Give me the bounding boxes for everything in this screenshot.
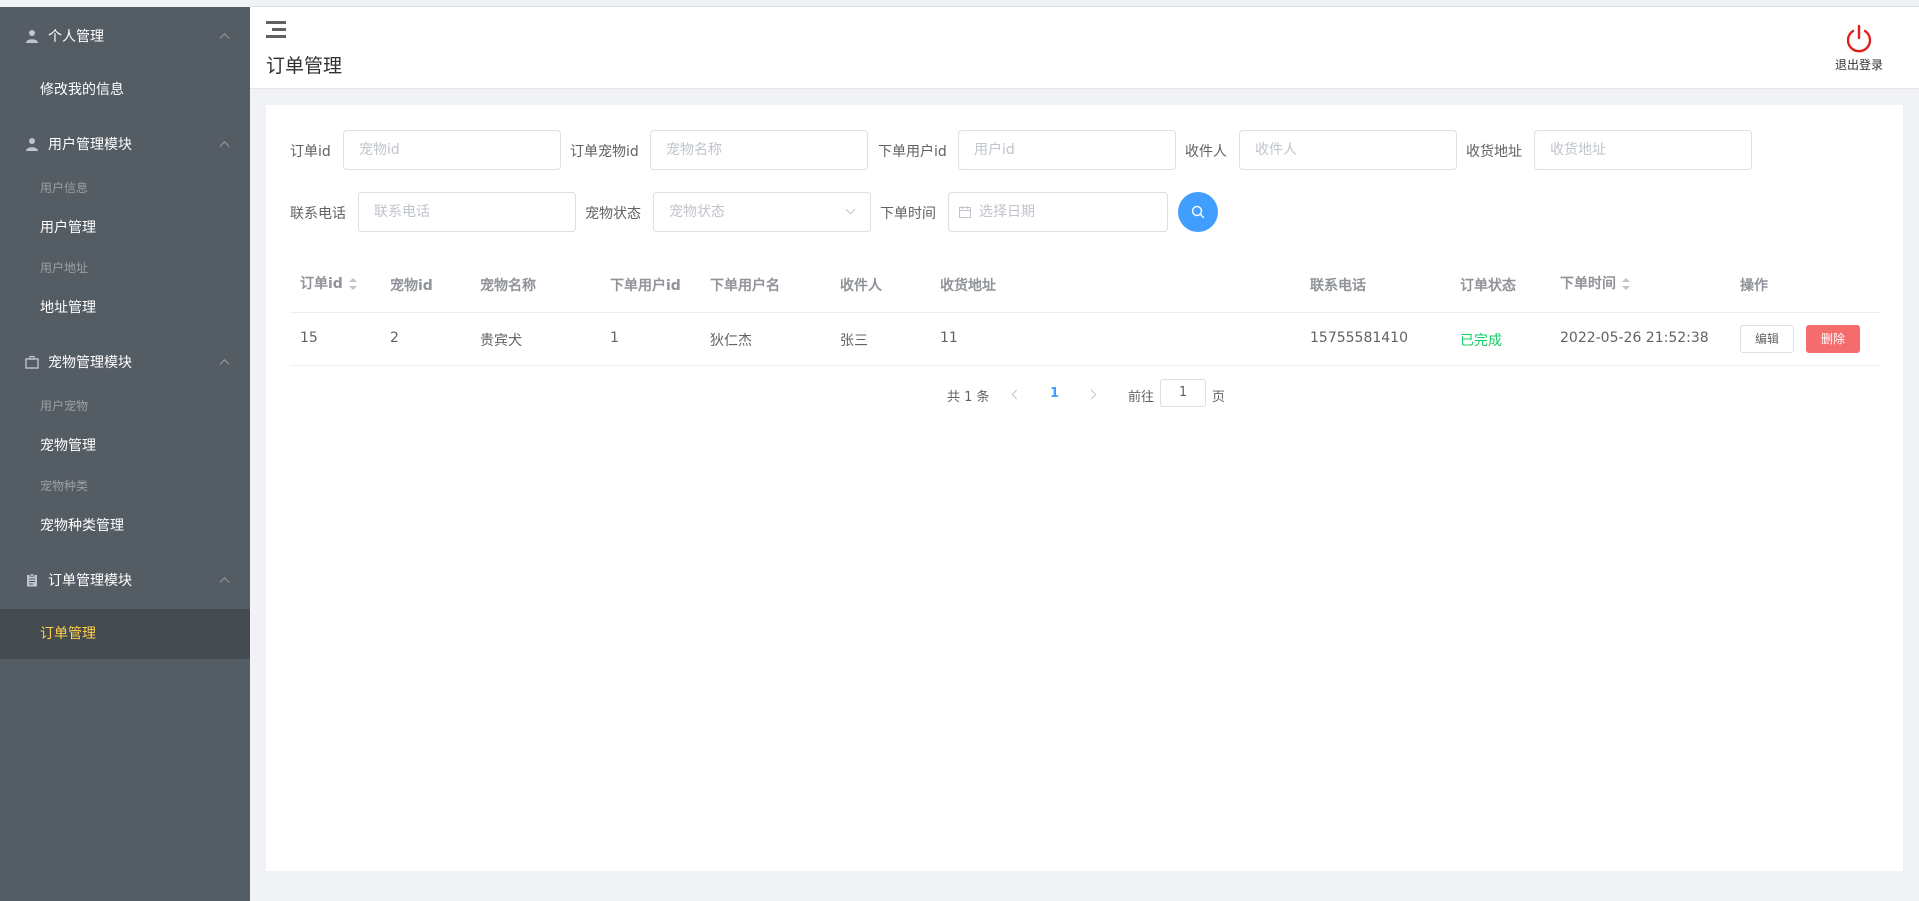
order-id-input[interactable] (343, 130, 561, 170)
table-row-divider (290, 365, 1880, 366)
sidebar-item-address-management[interactable]: 地址管理 (0, 283, 250, 333)
filter-label-order-id: 订单id (290, 144, 331, 160)
sidebar-item-user-pets[interactable]: 用户宠物 (0, 391, 250, 421)
sidebar-group-label: 宠物管理模块 (48, 355, 132, 371)
sidebar-group-label: 个人管理 (48, 29, 104, 45)
sidebar: 个人管理 修改我的信息 用户管理模块 用户信息 用户管理 用户地址 地址管理 宠… (0, 7, 250, 901)
phone-input[interactable] (358, 192, 576, 232)
prev-page-icon[interactable] (1011, 389, 1022, 400)
chevron-down-icon (845, 204, 856, 215)
cell-pet-name: 贵宾犬 (480, 333, 522, 349)
cell-order-id: 15 (300, 330, 318, 346)
sidebar-item-edit-my-info[interactable]: 修改我的信息 (0, 65, 250, 115)
search-button[interactable] (1178, 192, 1218, 232)
sidebar-group-label: 订单管理模块 (48, 573, 132, 589)
column-header-user-id: 下单用户id (610, 278, 681, 294)
goto-suffix: 页 (1212, 390, 1226, 405)
filter-label-pet-id: 订单宠物id (570, 144, 639, 160)
column-header-order-time[interactable]: 下单时间 (1560, 273, 1630, 293)
pet-status-select[interactable]: 宠物状态 (653, 192, 871, 232)
user-id-input[interactable] (958, 130, 1176, 170)
cell-status-badge: 已完成 (1460, 333, 1502, 349)
filter-label-order-time: 下单时间 (880, 206, 936, 222)
menu-toggle-icon[interactable] (266, 21, 286, 39)
sidebar-item-pet-type-management[interactable]: 宠物种类管理 (0, 501, 250, 551)
column-header-actions: 操作 (1740, 278, 1768, 294)
sidebar-item-user-address[interactable]: 用户地址 (0, 253, 250, 283)
chevron-up-icon (219, 141, 230, 152)
filter-label-pet-status: 宠物状态 (585, 206, 641, 222)
filter-label-address: 收货地址 (1466, 144, 1522, 160)
pet-name-input[interactable] (650, 130, 868, 170)
cell-order-time: 2022-05-26 21:52:38 (1560, 330, 1709, 346)
column-header-phone: 联系电话 (1310, 278, 1366, 294)
sidebar-group-users[interactable]: 用户管理模块 (0, 115, 250, 173)
clipboard-icon (24, 572, 40, 588)
sort-icon[interactable] (1622, 278, 1630, 290)
briefcase-icon (24, 354, 40, 370)
logout-button[interactable]: 退出登录 (1818, 23, 1900, 73)
sidebar-item-user-management[interactable]: 用户管理 (0, 203, 250, 253)
delete-button[interactable]: 删除 (1806, 325, 1861, 353)
sidebar-group-label: 用户管理模块 (48, 137, 132, 153)
goto-prefix: 前往 (1128, 390, 1155, 405)
page-number-current[interactable]: 1 (1050, 386, 1059, 401)
column-header-receiver: 收件人 (840, 278, 882, 294)
calendar-icon (959, 206, 971, 218)
sidebar-group-orders[interactable]: 订单管理模块 (0, 551, 250, 609)
column-header-pet-id: 宠物id (390, 278, 433, 294)
next-page-icon[interactable] (1086, 389, 1097, 400)
chevron-up-icon (219, 577, 230, 588)
column-header-status: 订单状态 (1460, 278, 1516, 294)
page-title: 订单管理 (266, 55, 343, 77)
column-header-pet-name: 宠物名称 (480, 278, 536, 294)
edit-button[interactable]: 编辑 (1740, 325, 1795, 353)
pagination-total: 共 1 条 (947, 390, 990, 405)
chevron-up-icon (219, 33, 230, 44)
cell-user-name: 狄仁杰 (710, 333, 752, 349)
address-input[interactable] (1534, 130, 1752, 170)
logout-label: 退出登录 (1834, 58, 1883, 72)
header: 订单管理 退出登录 (250, 7, 1919, 89)
goto-page-input[interactable]: 1 (1160, 379, 1206, 407)
receiver-input[interactable] (1239, 130, 1457, 170)
search-icon (1191, 205, 1205, 219)
table-header-divider (290, 312, 1880, 313)
sidebar-item-pet-types[interactable]: 宠物种类 (0, 471, 250, 501)
sidebar-group-pets[interactable]: 宠物管理模块 (0, 333, 250, 391)
cell-user-id: 1 (610, 330, 619, 346)
sidebar-item-pet-management[interactable]: 宠物管理 (0, 421, 250, 471)
user-icon (24, 136, 40, 152)
sort-icon[interactable] (348, 278, 357, 290)
sidebar-item-order-management[interactable]: 订单管理 (0, 609, 250, 659)
cell-phone: 15755581410 (1310, 330, 1408, 346)
filter-label-receiver: 收件人 (1185, 144, 1227, 160)
column-header-order-id[interactable]: 订单id (300, 273, 357, 293)
user-icon (24, 28, 40, 44)
content-card: 订单id 订单宠物id 下单用户id 收件人 收货地址 联系电话 宠物状态 宠物… (266, 105, 1903, 871)
sidebar-item-user-info[interactable]: 用户信息 (0, 173, 250, 203)
sidebar-group-personal[interactable]: 个人管理 (0, 7, 250, 65)
cell-address: 11 (940, 330, 958, 346)
order-date-placeholder: 选择日期 (979, 204, 1035, 220)
cell-pet-id: 2 (390, 330, 399, 346)
filter-label-user-id: 下单用户id (878, 144, 947, 160)
pet-status-select-placeholder: 宠物状态 (669, 204, 725, 220)
column-header-user-name: 下单用户名 (710, 278, 780, 294)
cell-receiver: 张三 (840, 333, 868, 349)
filter-label-phone: 联系电话 (290, 206, 346, 222)
order-date-picker[interactable]: 选择日期 (948, 192, 1168, 232)
power-icon (1846, 24, 1872, 53)
chevron-up-icon (219, 359, 230, 370)
column-header-address: 收货地址 (940, 278, 996, 294)
